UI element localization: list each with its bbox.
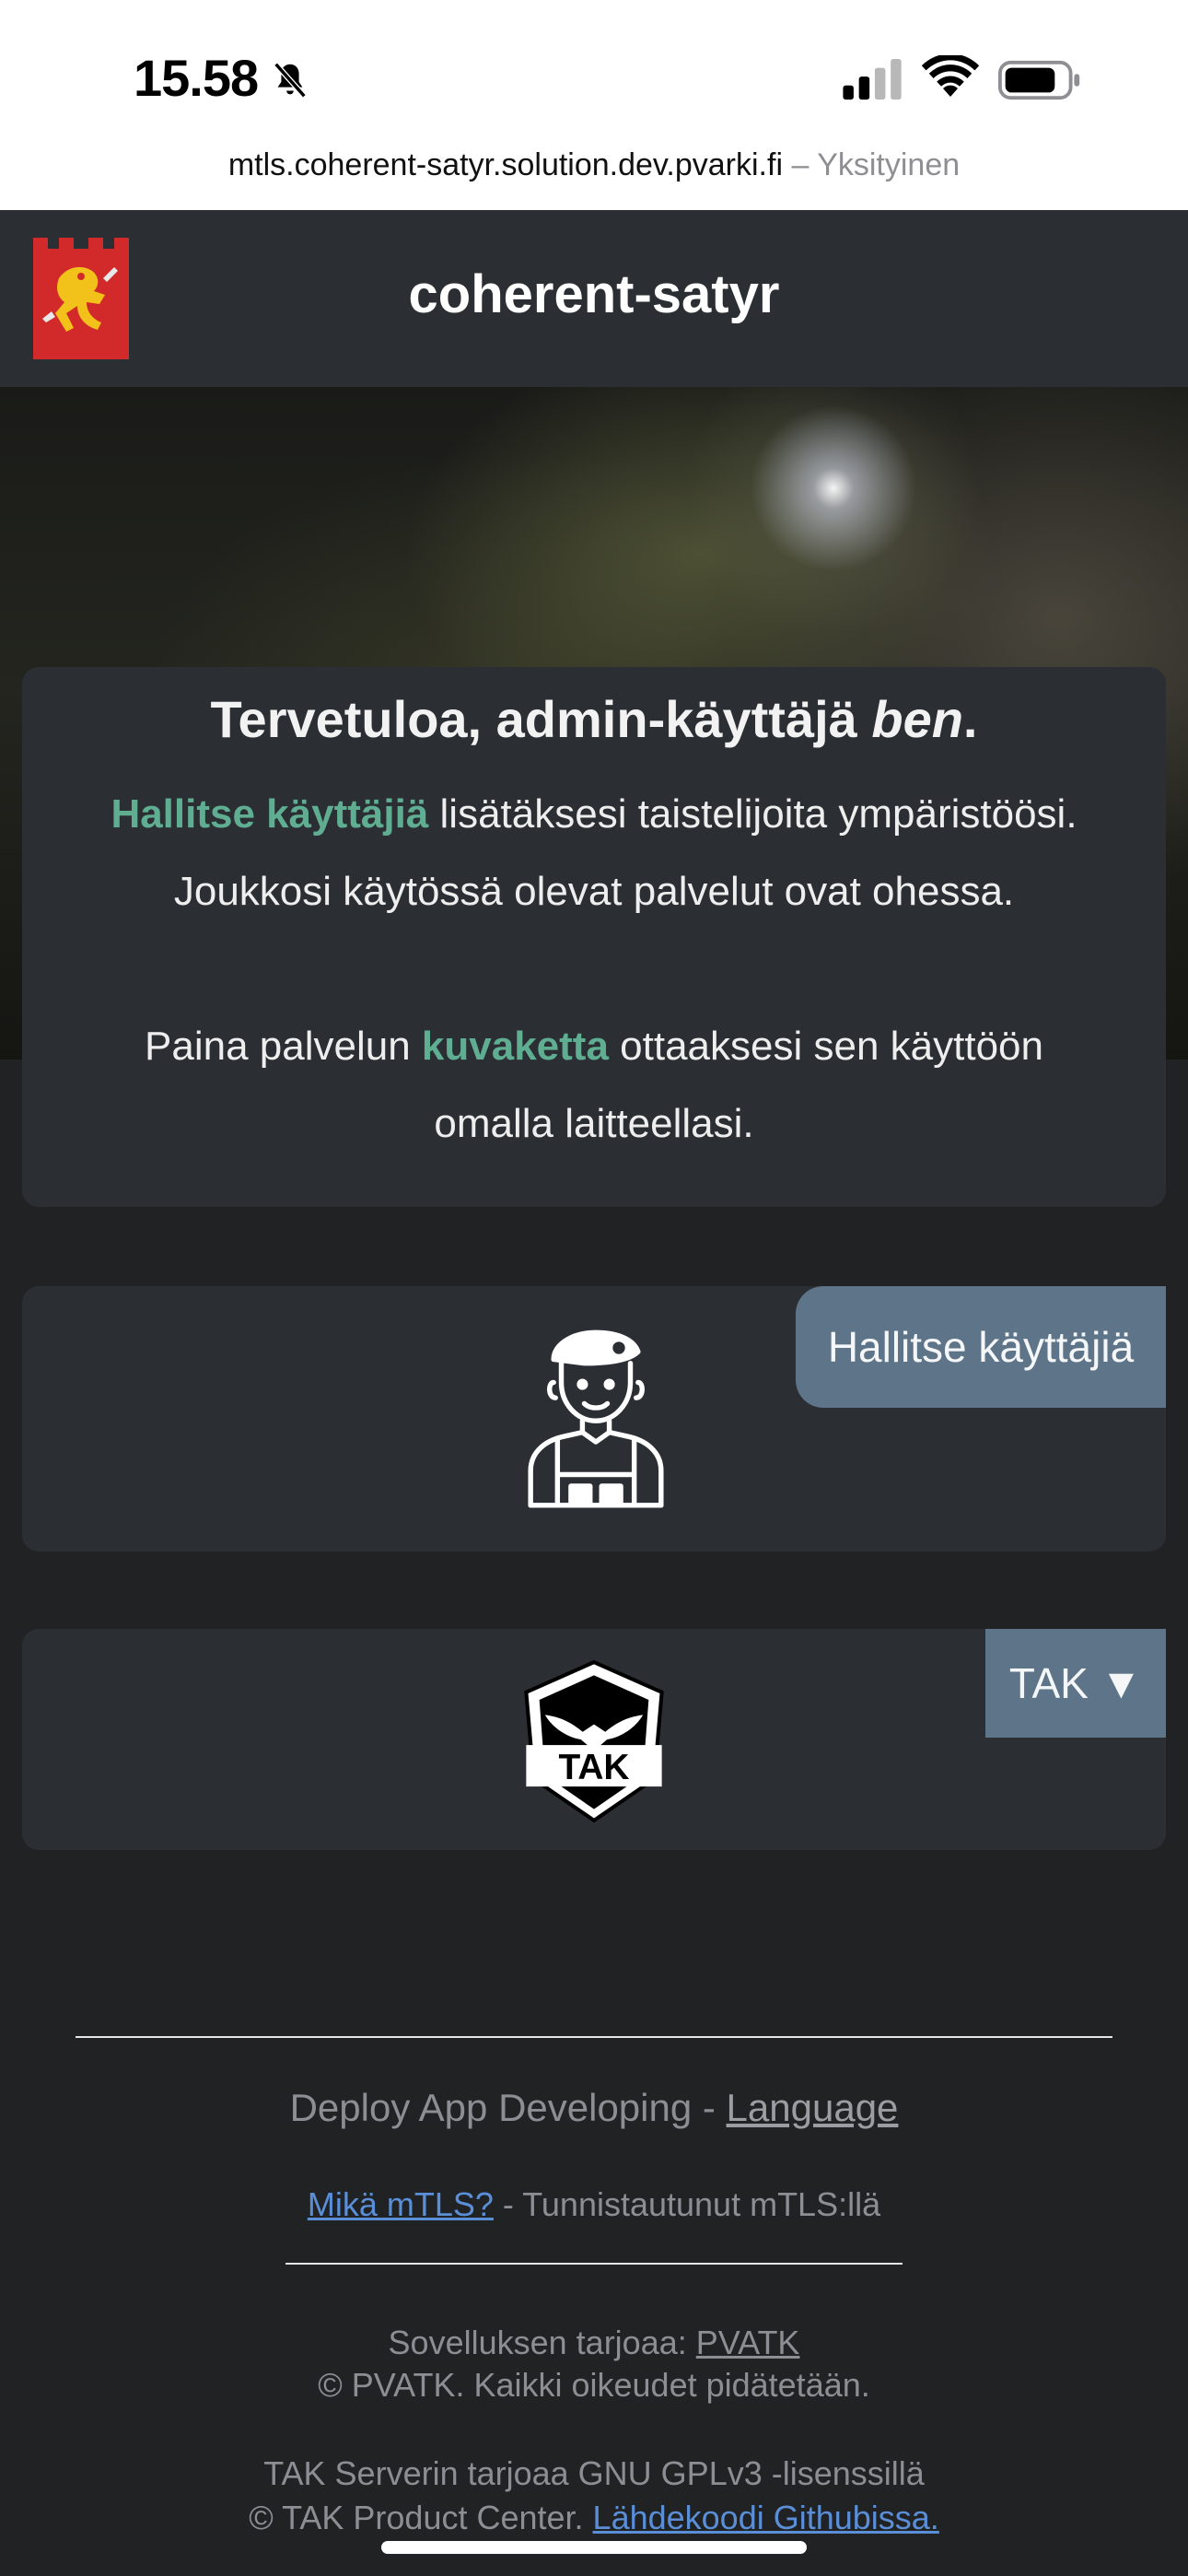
site-header: coherent-satyr bbox=[0, 210, 1188, 387]
welcome-line-1-rest: lisätäksesi taistelijoita ympäristöösi. bbox=[428, 791, 1077, 837]
battery-icon bbox=[998, 60, 1080, 100]
footer-divider-short bbox=[285, 2263, 903, 2265]
page-title: coherent-satyr bbox=[408, 264, 780, 324]
tak-logo-text: TAK bbox=[559, 1748, 630, 1787]
provider-text: Sovelluksen tarjoaa: bbox=[388, 2324, 696, 2361]
manage-users-link[interactable]: Hallitse käyttäjiä bbox=[111, 791, 428, 837]
status-bar: 15.58 mtls.coherent-satyr.solution.dev.p… bbox=[0, 0, 1188, 210]
welcome-line-3-suffix: ottaaksesi sen käyttöön bbox=[608, 1024, 1043, 1069]
welcome-line-2: Joukkosi käytössä olevat palvelut ovat o… bbox=[173, 869, 1015, 914]
clock: 15.58 bbox=[134, 49, 259, 107]
tak-dropdown-button[interactable]: TAK ▼ bbox=[985, 1629, 1166, 1738]
home-indicator[interactable] bbox=[381, 2541, 807, 2554]
welcome-spacer bbox=[41, 931, 1147, 1008]
deploy-app-text: Deploy App Developing - bbox=[289, 2086, 727, 2129]
footer-app-line: Deploy App Developing - Language bbox=[0, 2086, 1188, 2130]
footer-mtls-line: Mikä mTLS? - Tunnistautunut mTLS:llä bbox=[0, 2185, 1188, 2224]
tak-logo-icon[interactable]: TAK bbox=[518, 1658, 670, 1824]
address-bar[interactable]: mtls.coherent-satyr.solution.dev.pvarki.… bbox=[0, 147, 1188, 183]
welcome-heading: Tervetuloa, admin-käyttäjä ben. bbox=[22, 689, 1166, 749]
pvatk-copyright: © PVATK. Kaikki oikeudet pidätetään. bbox=[318, 2366, 870, 2404]
soldier-icon[interactable] bbox=[518, 1325, 674, 1509]
admin-username: ben bbox=[871, 690, 963, 748]
url-text: mtls.coherent-satyr.solution.dev.pvarki.… bbox=[227, 147, 783, 182]
provider-line: Sovelluksen tarjoaa: PVATK bbox=[0, 2324, 1188, 2362]
manage-users-button[interactable]: Hallitse käyttäjiä bbox=[796, 1286, 1166, 1408]
tak-copyright-line: © TAK Product Center. Lähdekoodi Githubi… bbox=[0, 2499, 1188, 2537]
welcome-line-1: Hallitse käyttäjiä lisätäksesi taistelij… bbox=[41, 776, 1147, 853]
cellular-signal-icon bbox=[843, 59, 902, 100]
welcome-card: Tervetuloa, admin-käyttäjä ben. Hallitse… bbox=[22, 667, 1166, 1207]
mtls-status-text: - Tunnistautunut mTLS:llä bbox=[493, 2185, 881, 2223]
tak-copyright-text: © TAK Product Center. bbox=[249, 2499, 593, 2536]
welcome-text: Hallitse käyttäjiä lisätäksesi taistelij… bbox=[41, 776, 1147, 1163]
tak-license-text: TAK Serverin tarjoaa GNU GPLv3 -lisenssi… bbox=[263, 2454, 925, 2492]
pvatk-link[interactable]: PVATK bbox=[696, 2324, 800, 2361]
welcome-line-3-prefix: Paina palvelun bbox=[145, 1024, 422, 1069]
language-link[interactable]: Language bbox=[727, 2086, 899, 2129]
github-source-link[interactable]: Lähdekoodi Githubissa. bbox=[593, 2499, 939, 2536]
mtls-info-link[interactable]: Mikä mTLS? bbox=[308, 2185, 494, 2223]
welcome-line-3: Paina palvelun kuvaketta ottaaksesi sen … bbox=[41, 1008, 1147, 1085]
welcome-line-4: omalla laitteellasi. bbox=[434, 1101, 754, 1146]
welcome-heading-prefix: Tervetuloa, admin-käyttäjä bbox=[210, 690, 872, 748]
wifi-icon bbox=[921, 55, 980, 97]
url-separator: – bbox=[783, 147, 818, 182]
bell-slash-icon bbox=[274, 62, 307, 99]
private-mode-label: Yksityinen bbox=[817, 147, 961, 182]
welcome-heading-suffix: . bbox=[962, 690, 978, 748]
footer-divider bbox=[76, 2036, 1112, 2038]
icon-hint-link: kuvaketta bbox=[421, 1024, 609, 1069]
